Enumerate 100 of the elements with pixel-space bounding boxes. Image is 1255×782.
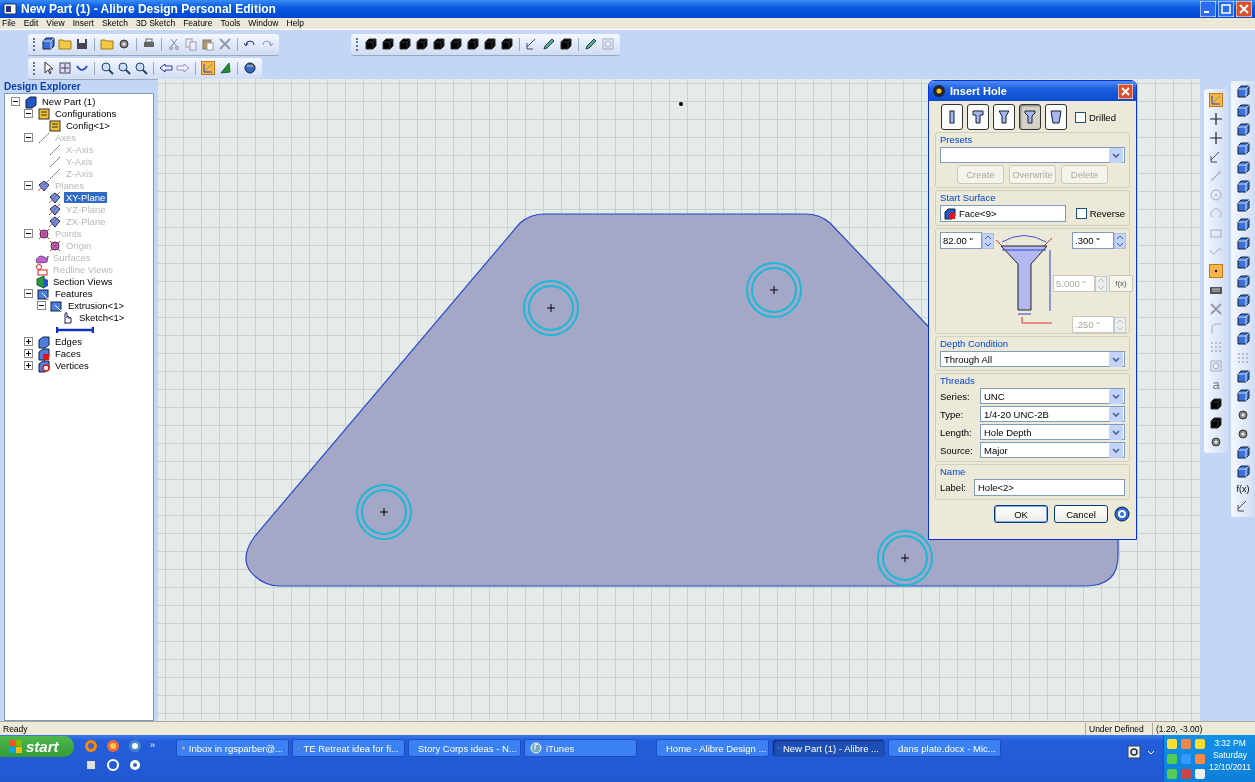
hole-type-button[interactable]: [941, 104, 963, 130]
cube-icon[interactable]: [1236, 388, 1250, 403]
cube-icon[interactable]: [1236, 141, 1250, 156]
hole-type-button[interactable]: [967, 104, 989, 130]
menu-item[interactable]: File: [2, 18, 16, 29]
dialog-button[interactable]: OK: [994, 505, 1048, 523]
tree-item[interactable]: Edges: [53, 336, 84, 348]
cube-icon[interactable]: [1236, 369, 1250, 384]
cube-icon[interactable]: [1236, 122, 1250, 137]
hole-type-button[interactable]: [1019, 104, 1041, 130]
cube-icon[interactable]: [1236, 217, 1250, 232]
cube-icon[interactable]: [415, 37, 429, 52]
expander-icon[interactable]: [24, 349, 33, 359]
expander-icon[interactable]: [24, 337, 33, 347]
sketch-mode-icon[interactable]: [201, 61, 215, 76]
menu-item[interactable]: Insert: [72, 18, 94, 29]
cube-icon[interactable]: [1236, 103, 1250, 118]
browser-icon[interactable]: [106, 739, 120, 753]
crosshair-icon[interactable]: [1209, 111, 1223, 126]
point-icon[interactable]: [1209, 263, 1223, 278]
cube-icon[interactable]: [1236, 160, 1250, 175]
tray-icon[interactable]: [1194, 768, 1206, 780]
scissors-icon[interactable]: [167, 37, 181, 52]
tree-item[interactable]: New Part (1): [40, 96, 98, 108]
zoom-icon[interactable]: [100, 61, 114, 76]
taskbar-button[interactable]: Story Corps ideas - N...: [408, 739, 521, 757]
tree-item[interactable]: Config<1>: [64, 120, 112, 132]
gear-icon[interactable]: [117, 37, 131, 52]
minimize-icon[interactable]: [1200, 0, 1216, 17]
checkbox[interactable]: [1075, 111, 1086, 123]
expander-icon[interactable]: [24, 109, 33, 119]
gear-icon[interactable]: [1236, 407, 1250, 422]
menu-item[interactable]: Sketch: [101, 18, 128, 29]
tray-icon[interactable]: [1166, 738, 1178, 750]
cube-icon[interactable]: [381, 37, 395, 52]
gear-icon[interactable]: [1209, 434, 1223, 449]
cube-icon[interactable]: [398, 37, 412, 52]
tree-item[interactable]: Vertices: [53, 360, 91, 372]
menu-item[interactable]: Help: [286, 18, 304, 29]
cube-icon[interactable]: [500, 37, 514, 52]
cube-icon[interactable]: [1236, 464, 1250, 479]
hole-type-button[interactable]: [1045, 104, 1067, 130]
spin-buttons-icon[interactable]: [982, 232, 994, 249]
spin-buttons-icon[interactable]: [1114, 232, 1126, 249]
leaf-icon[interactable]: [218, 61, 232, 76]
zoom-icon[interactable]: [134, 61, 148, 76]
taskbar-button[interactable]: Inbox in rgsparber@...: [176, 739, 289, 757]
cube-icon[interactable]: [1236, 236, 1250, 251]
cube-icon[interactable]: [432, 37, 446, 52]
plane-icon[interactable]: [542, 37, 556, 52]
cube-icon[interactable]: [1236, 198, 1250, 213]
zoom-icon[interactable]: [117, 61, 131, 76]
back-arrow-icon[interactable]: [159, 61, 173, 76]
cube-icon[interactable]: [1236, 312, 1250, 327]
tray-icon[interactable]: [1194, 738, 1206, 750]
cube-icon[interactable]: [1236, 331, 1250, 346]
sketch-mode-icon[interactable]: [1209, 92, 1223, 107]
menu-item[interactable]: View: [46, 18, 65, 29]
taskbar-button[interactable]: Home - Alibre Design ...: [656, 739, 769, 757]
cube-icon[interactable]: [1236, 255, 1250, 270]
overflow-button[interactable]: »: [150, 739, 166, 753]
save-icon[interactable]: [75, 37, 89, 52]
globe-icon[interactable]: [243, 61, 257, 76]
cube-icon[interactable]: [1236, 179, 1250, 194]
dialog-button[interactable]: Cancel: [1054, 505, 1108, 523]
new-part-icon[interactable]: [41, 37, 55, 52]
thread-dropdown[interactable]: Hole Depth: [980, 424, 1125, 440]
diameter-field[interactable]: .300 ": [1072, 232, 1114, 249]
browser-icon[interactable]: [128, 739, 142, 753]
angle-field[interactable]: 82.00 ": [940, 232, 982, 249]
menu-item[interactable]: Feature: [183, 18, 213, 29]
text-tool-button[interactable]: a: [1212, 377, 1220, 392]
cube-icon[interactable]: [1209, 415, 1223, 430]
formula-button[interactable]: f(x): [1109, 275, 1133, 292]
expander-icon[interactable]: [24, 289, 33, 299]
surface-field[interactable]: Face<9>: [940, 205, 1066, 222]
expander-icon[interactable]: [24, 361, 33, 371]
taskbar-button[interactable]: New Part (1) - Alibre ...: [772, 739, 885, 757]
close-icon[interactable]: [1118, 83, 1133, 99]
name-field[interactable]: Hole<2>: [974, 479, 1125, 496]
cube-icon[interactable]: [1236, 274, 1250, 289]
chevron-icon[interactable]: [1147, 748, 1155, 756]
presets-dropdown[interactable]: [940, 147, 1125, 163]
cube-icon[interactable]: [466, 37, 480, 52]
thread-dropdown[interactable]: 1/4-20 UNC-2B: [980, 406, 1125, 422]
tree-item[interactable]: Configurations: [53, 108, 119, 120]
menu-item[interactable]: Tools: [220, 18, 241, 29]
menu-item[interactable]: 3D Sketch: [135, 18, 176, 29]
cube-icon[interactable]: [1236, 445, 1250, 460]
tree-item[interactable]: Sketch<1>: [77, 312, 127, 324]
cube-icon[interactable]: [559, 37, 573, 52]
taskbar-button[interactable]: TE Retreat idea for fi...: [292, 739, 405, 757]
maximize-icon[interactable]: [1218, 0, 1234, 17]
pan-icon[interactable]: [58, 61, 72, 76]
expander-icon[interactable]: [37, 301, 46, 311]
cube-icon[interactable]: [483, 37, 497, 52]
cube-icon[interactable]: [1209, 396, 1223, 411]
tree-item[interactable]: Extrusion<1>: [66, 300, 126, 312]
desktop-icon[interactable]: [84, 758, 98, 772]
thread-dropdown[interactable]: Major: [980, 442, 1125, 458]
